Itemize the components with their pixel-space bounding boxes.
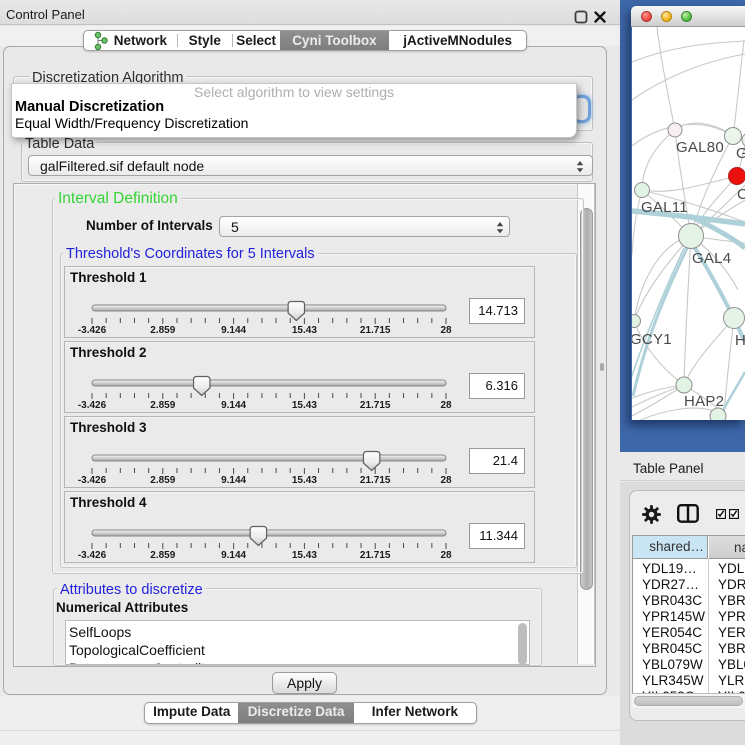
svg-text:28: 28 bbox=[440, 550, 452, 561]
svg-text:21.715: 21.715 bbox=[360, 550, 391, 561]
svg-text:28: 28 bbox=[440, 475, 452, 486]
svg-text:9.144: 9.144 bbox=[221, 550, 246, 561]
svg-text:28: 28 bbox=[440, 325, 452, 336]
svg-text:15.43: 15.43 bbox=[292, 550, 317, 561]
svg-text:21.715: 21.715 bbox=[360, 400, 391, 411]
svg-text:HA: HA bbox=[735, 332, 745, 349]
svg-text:-3.426: -3.426 bbox=[78, 400, 107, 411]
svg-text:-3.426: -3.426 bbox=[78, 550, 107, 561]
svg-text:GAL11: GAL11 bbox=[641, 199, 688, 216]
svg-text:28: 28 bbox=[440, 400, 452, 411]
svg-text:GAL80: GAL80 bbox=[676, 139, 724, 156]
svg-text:2.859: 2.859 bbox=[150, 400, 175, 411]
svg-text:2.859: 2.859 bbox=[150, 475, 175, 486]
svg-text:C: C bbox=[737, 186, 745, 203]
svg-text:9.144: 9.144 bbox=[221, 475, 246, 486]
svg-text:9.144: 9.144 bbox=[221, 325, 246, 336]
svg-text:15.43: 15.43 bbox=[292, 325, 317, 336]
svg-text:-3.426: -3.426 bbox=[78, 325, 107, 336]
svg-text:GAL4: GAL4 bbox=[692, 250, 731, 267]
svg-text:GCY1: GCY1 bbox=[632, 331, 672, 348]
svg-text:2.859: 2.859 bbox=[150, 550, 175, 561]
svg-text:15.43: 15.43 bbox=[292, 475, 317, 486]
svg-text:2.859: 2.859 bbox=[150, 325, 175, 336]
svg-text:15.43: 15.43 bbox=[292, 400, 317, 411]
svg-text:-3.426: -3.426 bbox=[78, 475, 107, 486]
svg-text:GA: GA bbox=[736, 145, 745, 162]
svg-text:21.715: 21.715 bbox=[360, 475, 391, 486]
svg-text:9.144: 9.144 bbox=[221, 400, 246, 411]
svg-text:HAP2: HAP2 bbox=[684, 393, 724, 410]
svg-text:21.715: 21.715 bbox=[360, 325, 391, 336]
